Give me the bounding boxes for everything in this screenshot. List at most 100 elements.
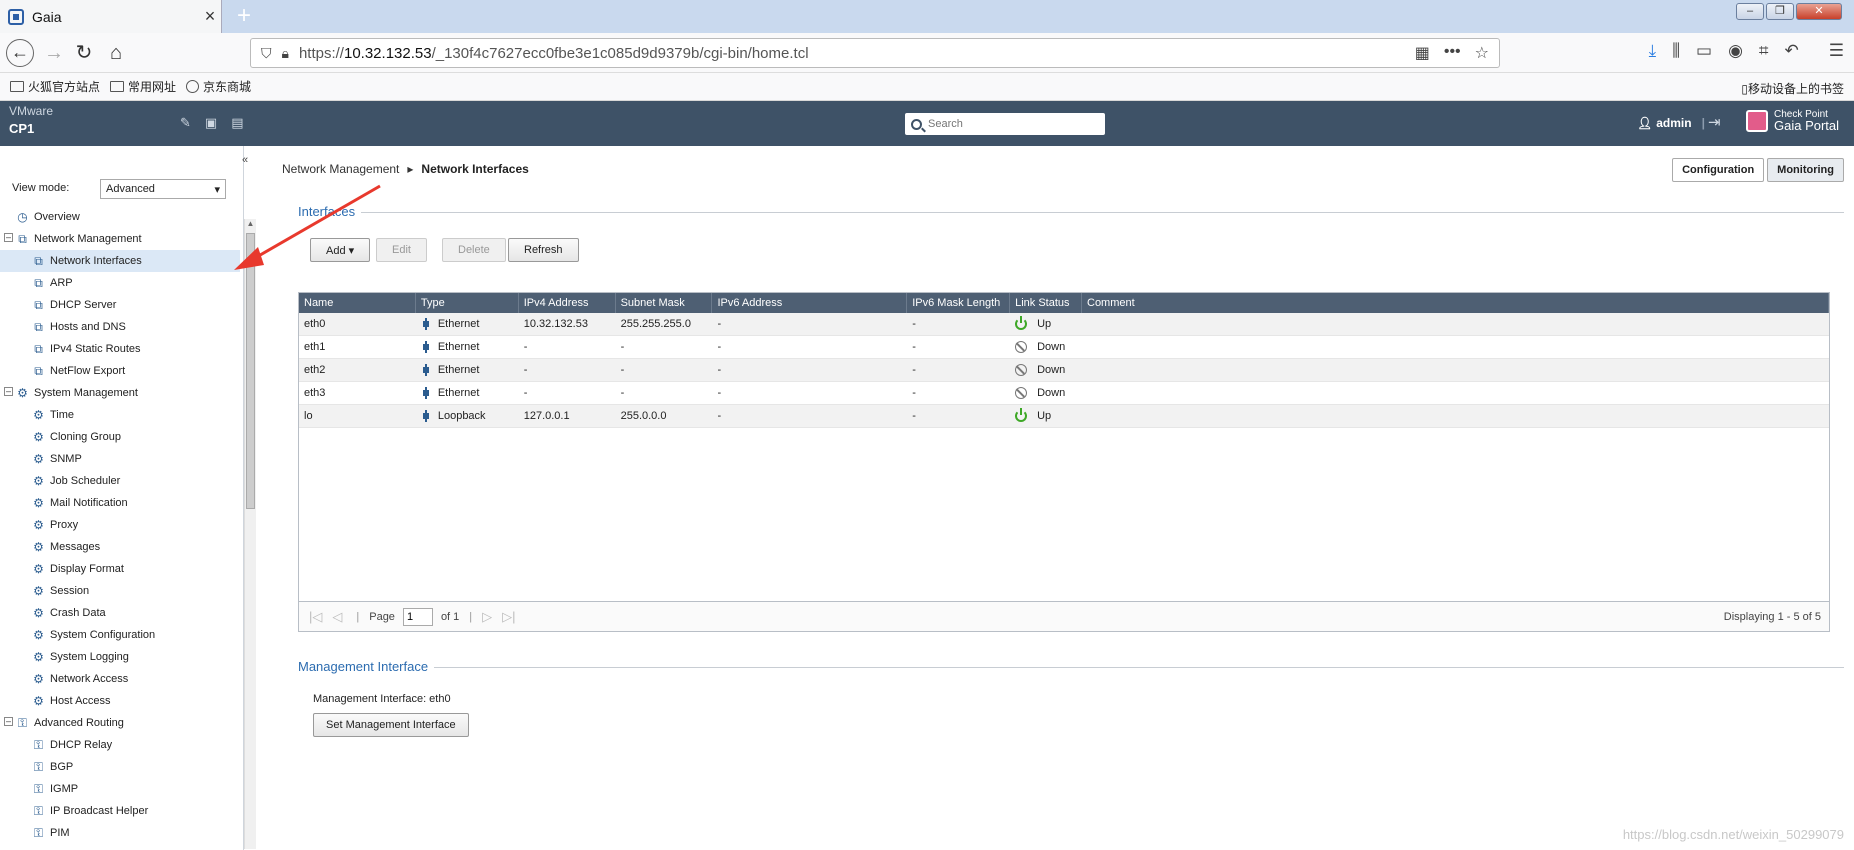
download-icon[interactable]: ⤓ [1649,41,1657,61]
sidebar-item[interactable]: ⚙ SNMP [0,448,240,470]
home-icon[interactable]: ⌂ [102,39,130,67]
qr-code-icon[interactable]: ▦ [1415,43,1430,63]
sidebar-item[interactable]: ⚙ Display Format [0,558,240,580]
last-page-icon[interactable]: ▷| [502,609,515,625]
sidebar-item[interactable]: ⧉ Network Interfaces [0,250,240,272]
library-icon[interactable]: ⫼ [1672,41,1680,61]
sidebar-item[interactable]: ⚿ PIM [0,822,240,844]
set-management-interface-button[interactable]: Set Management Interface [313,713,469,737]
sidebar-icon[interactable]: ▭ [1696,41,1712,61]
sidebar-item[interactable]: ⚙ Cloning Group [0,426,240,448]
monitoring-button[interactable]: Monitoring [1767,158,1844,182]
address-bar[interactable]: ⛉ 🔒︎ https://10.32.132.53/_130f4c7627ecc… [250,38,1500,68]
cell-text: - [717,410,722,422]
sidebar-item[interactable]: ⚙ Mail Notification [0,492,240,514]
new-tab-icon[interactable]: + [230,2,258,30]
column-header[interactable]: Comment [1082,293,1829,313]
reload-icon[interactable]: ↻ [70,39,98,67]
sidebar-item[interactable]: ◷ Overview [0,206,240,228]
sidebar-item[interactable]: ⚙ System Logging [0,646,240,668]
sidebar-scrollbar[interactable]: ▲ [244,219,256,849]
sidebar-item[interactable]: – ⚙ System Management [0,382,240,404]
view-mode-select[interactable]: Advanced ▾ [100,179,226,199]
bookmark-item[interactable]: 火狐官方站点 [10,78,100,95]
collapse-expander-icon[interactable]: – [4,387,13,396]
mobile-bookmarks[interactable]: ▯移动设备上的书签 [1741,80,1844,97]
sidebar-item[interactable]: ⚙ Network Access [0,668,240,690]
network-icon: ⧉ [34,363,43,378]
bookmark-item[interactable]: 常用网址 [110,78,176,95]
delete-button[interactable]: Delete [442,238,506,262]
account-icon[interactable]: ◉ [1728,41,1743,61]
column-header[interactable]: IPv6 Mask Length [907,293,1011,313]
sidebar-item[interactable]: ⚙ Messages [0,536,240,558]
sidebar-item[interactable]: ⧉ ARP [0,272,240,294]
page-input[interactable] [402,607,433,626]
sidebar-item[interactable]: ⧉ IPv4 Static Routes [0,338,240,360]
column-header[interactable]: Link Status [1010,293,1082,313]
sidebar-item[interactable]: ⚿ IP Broadcast Helper [0,800,240,822]
sidebar-item[interactable]: ⧉ Hosts and DNS [0,316,240,338]
user-menu[interactable]: 👤︎ admin | [1637,116,1705,130]
search-input[interactable] [928,118,1088,130]
gear-icon: ⚙ [33,407,44,422]
logout-icon[interactable]: ⇥ [1708,113,1721,131]
breadcrumb-parent[interactable]: Network Management [282,162,399,176]
add-button[interactable]: Add ▾ [310,238,371,262]
collapse-sidebar-icon[interactable]: « [242,154,248,166]
first-page-icon[interactable]: |◁ [309,609,322,625]
column-header[interactable]: IPv4 Address [519,293,616,313]
edit-button[interactable]: Edit [376,238,427,262]
browser-tab[interactable]: Gaia × [0,0,222,33]
table-row[interactable]: eth0 Ethernet 10.32.132.53 255.255.255.0 - - U… [299,313,1829,336]
restore-icon[interactable]: ❐ [1766,3,1794,20]
bookmark-star-icon[interactable]: ☆ [1475,43,1489,63]
table-row[interactable]: lo Loopback 127.0.0.1 255.0.0.0 - - Up [299,405,1829,428]
document-icon[interactable]: ▤ [231,115,243,131]
search-box[interactable] [905,113,1105,135]
column-header[interactable]: Name [299,293,416,313]
table-row[interactable]: eth1 Ethernet - - - - Down [299,336,1829,359]
menu-icon[interactable]: ☰ [1829,41,1844,61]
sidebar-item[interactable]: ⚿ DHCP Relay [0,734,240,756]
sidebar-item[interactable]: ⧉ DHCP Server [0,294,240,316]
minimize-icon[interactable]: – [1736,3,1764,20]
bookmark-item[interactable]: 京东商城 [186,78,251,95]
scroll-up-icon[interactable]: ▲ [245,219,256,228]
screenshot-icon[interactable]: ⌗ [1759,41,1769,61]
lock-icon[interactable]: 🔒︎ [282,45,289,62]
prev-page-icon[interactable]: ◁ [332,609,342,625]
sidebar-item[interactable]: – ⧉ Network Management [0,228,240,250]
column-header[interactable]: Type [416,293,519,313]
sidebar-item[interactable]: ⚙ Host Access [0,690,240,712]
sidebar-item[interactable]: – ⚿ Advanced Routing [0,712,240,734]
undo-icon[interactable]: ↶ [1785,41,1799,61]
sidebar-item[interactable]: ⚙ System Configuration [0,624,240,646]
column-header[interactable]: Subnet Mask [616,293,713,313]
back-icon[interactable]: ← [6,39,34,67]
forward-icon[interactable]: → [40,39,68,67]
wrench-icon[interactable]: ✎ [180,115,191,131]
sidebar-item[interactable]: ⚿ BGP [0,756,240,778]
page-actions-icon[interactable]: ••• [1444,43,1461,63]
collapse-expander-icon[interactable]: – [4,233,13,242]
sidebar-item[interactable]: ⚿ IGMP [0,778,240,800]
scrollbar-thumb[interactable] [246,233,255,509]
sidebar-item[interactable]: ⚙ Proxy [0,514,240,536]
refresh-button[interactable]: Refresh [508,238,579,262]
configuration-button[interactable]: Configuration [1672,158,1765,182]
terminal-icon[interactable]: ▣ [205,115,217,131]
sidebar-item[interactable]: ⚙ Time [0,404,240,426]
window-close-icon[interactable]: ✕ [1796,3,1842,20]
close-tab-icon[interactable]: × [199,6,221,27]
shield-icon[interactable]: ⛉ [261,45,272,62]
table-row[interactable]: eth2 Ethernet - - - - Down [299,359,1829,382]
table-row[interactable]: eth3 Ethernet - - - - Down [299,382,1829,405]
sidebar-item[interactable]: ⚙ Session [0,580,240,602]
collapse-expander-icon[interactable]: – [4,717,13,726]
column-header[interactable]: IPv6 Address [712,293,908,313]
sidebar-item[interactable]: ⧉ NetFlow Export [0,360,240,382]
next-page-icon[interactable]: ▷ [482,609,492,625]
sidebar-item[interactable]: ⚙ Crash Data [0,602,240,624]
sidebar-item[interactable]: ⚙ Job Scheduler [0,470,240,492]
